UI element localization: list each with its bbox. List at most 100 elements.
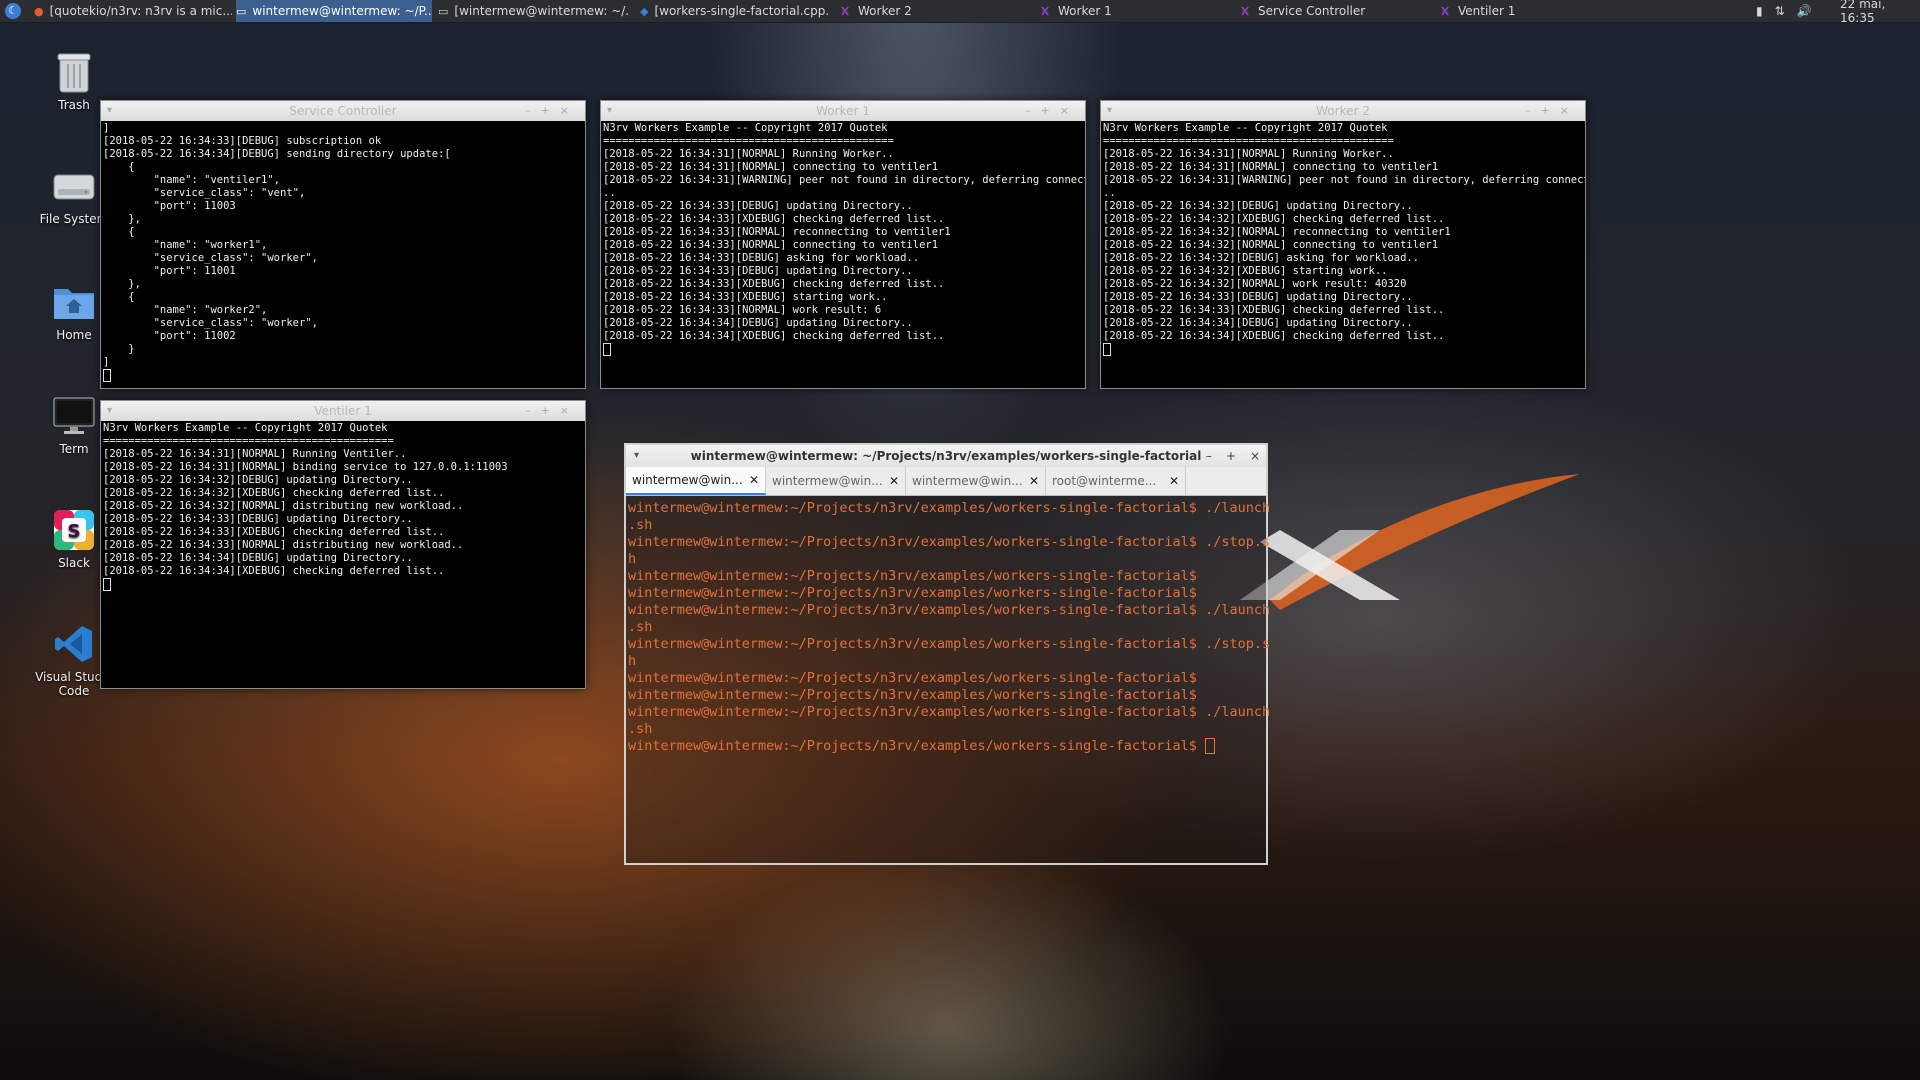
window-menu-icon[interactable]: ▾ [1107, 101, 1112, 121]
window-menu-icon[interactable]: ▾ [107, 401, 112, 421]
task-worker-2[interactable]: X Worker 2 [838, 0, 1028, 22]
window-menu-icon[interactable]: ▾ [107, 101, 112, 121]
window-menu-icon[interactable]: ▾ [634, 445, 639, 467]
terminal-tabs: wintermew@win... ✕ wintermew@win... ✕ wi… [626, 467, 1266, 496]
terminal-line: wintermew@wintermew:~/Projects/n3rv/exam… [628, 585, 1197, 601]
terminal-prompt-line: wintermew@wintermew:~/Projects/n3rv/exam… [628, 738, 1264, 755]
window-worker-2[interactable]: ▾ Worker 2 –+× N3rv Workers Example -- C… [1100, 100, 1586, 389]
task-terminal-active[interactable]: ▭ wintermew@wintermew: ~/P... [236, 0, 432, 22]
terminal-line: wintermew@wintermew:~/Projects/n3rv/exam… [628, 568, 1197, 584]
tab-close-icon[interactable]: ✕ [889, 474, 899, 488]
x11-icon: X [840, 4, 850, 18]
taskbar: ☾ ● [quotekio/n3rv: n3rv is a mic... ▭ w… [0, 0, 1920, 25]
tab-label: wintermew@win... [912, 474, 1023, 488]
terminal-cursor [103, 369, 111, 382]
task-label: Ventiler 1 [1458, 4, 1516, 18]
window-controls[interactable]: –+× [525, 101, 579, 121]
window-main-terminal[interactable]: ▾ wintermew@wintermew: ~/Projects/n3rv/e… [624, 443, 1271, 865]
volume-icon[interactable]: 🔊 [1797, 4, 1812, 18]
window-service-controller[interactable]: ▾ Service Controller –+× ] [2018-05-22 1… [100, 100, 586, 389]
terminal-tab-1[interactable]: wintermew@win... ✕ [626, 467, 766, 495]
window-title: wintermew@wintermew: ~/Projects/n3rv/exa… [690, 449, 1202, 463]
terminal-text: N3rv Workers Example -- Copyright 2017 Q… [1103, 122, 1585, 342]
app-menu-icon: ☾ [5, 3, 21, 19]
terminal-text: N3rv Workers Example -- Copyright 2017 Q… [603, 122, 1085, 342]
desktop-icon-label: File System [39, 212, 109, 226]
x11-icon: X [1440, 4, 1450, 18]
terminal-output: N3rv Workers Example -- Copyright 2017 Q… [601, 121, 1085, 358]
svg-text:S: S [68, 521, 81, 542]
terminal-line: h [628, 551, 637, 567]
trash-icon [52, 50, 96, 94]
task-label: [quotekio/n3rv: n3rv is a mic... [49, 4, 232, 18]
terminal-tab-3[interactable]: wintermew@win... ✕ [906, 467, 1046, 495]
terminal-line: wintermew@wintermew:~/Projects/n3rv/exam… [628, 704, 1271, 720]
terminal-text: ] [2018-05-22 16:34:33][DEBUG] subscript… [103, 122, 451, 368]
app-menu-button[interactable]: ☾ [0, 0, 26, 22]
task-label: wintermew@wintermew: ~/P... [252, 4, 432, 18]
terminal-line: h [628, 653, 637, 669]
desktop-icon-label: Slack [58, 556, 90, 570]
terminal-line: wintermew@wintermew:~/Projects/n3rv/exam… [628, 534, 1271, 550]
task-editor[interactable]: ◆ [workers-single-factorial.cpp... [640, 0, 830, 22]
window-worker-1[interactable]: ▾ Worker 1 –+× N3rv Workers Example -- C… [600, 100, 1086, 389]
terminal-output: ] [2018-05-22 16:34:33][DEBUG] subscript… [101, 121, 585, 384]
browser-icon: ● [34, 4, 44, 18]
task-worker-1[interactable]: X Worker 1 [1038, 0, 1228, 22]
terminal-text: N3rv Workers Example -- Copyright 2017 Q… [103, 422, 508, 577]
task-label: Worker 2 [858, 4, 912, 18]
task-ventiler-1[interactable]: X Ventiler 1 [1438, 0, 1628, 22]
desktop-icon-label: Trash [58, 98, 90, 112]
network-icon[interactable]: ⇅ [1775, 4, 1785, 18]
vscode-icon [52, 622, 96, 666]
tab-label: wintermew@win... [772, 474, 883, 488]
window-controls[interactable]: –+× [1525, 101, 1579, 121]
terminal-icon: ▭ [438, 4, 449, 18]
terminal-line: .sh [628, 517, 653, 533]
editor-icon: ◆ [640, 4, 649, 18]
terminal-icon: ▭ [236, 4, 247, 18]
close-icon[interactable]: × [1250, 445, 1260, 467]
terminal-cursor [103, 578, 111, 591]
task-browser[interactable]: ● [quotekio/n3rv: n3rv is a mic... [34, 0, 232, 22]
minimize-icon[interactable]: – [1206, 445, 1212, 467]
task-label: [wintermew@wintermew: ~/... [454, 4, 628, 18]
terminal-line: wintermew@wintermew:~/Projects/n3rv/exam… [628, 687, 1197, 703]
tab-close-icon[interactable]: ✕ [749, 473, 759, 487]
terminal-tab-4[interactable]: root@winterme... ✕ [1046, 467, 1186, 495]
system-tray: ▮ ⇅ 🔊 [1756, 0, 1812, 22]
maximize-icon[interactable]: + [1226, 445, 1236, 467]
window-controls[interactable]: –+× [525, 401, 579, 421]
terminal-output[interactable]: wintermew@wintermew:~/Projects/n3rv/exam… [626, 496, 1271, 759]
task-service-controller[interactable]: X Service Controller [1238, 0, 1428, 22]
task-label: [workers-single-factorial.cpp... [654, 4, 830, 18]
terminal-line: .sh [628, 721, 653, 737]
tab-label: root@winterme... [1052, 474, 1157, 488]
window-titlebar[interactable]: ▾ Worker 2 –+× [1101, 101, 1585, 121]
drive-icon [52, 164, 96, 208]
terminal-cursor [603, 343, 611, 356]
monitor-icon [52, 394, 96, 438]
terminal-line: wintermew@wintermew:~/Projects/n3rv/exam… [628, 602, 1271, 618]
clock[interactable]: 22 mai, 16:35 [1840, 0, 1920, 25]
tab-close-icon[interactable]: ✕ [1029, 474, 1039, 488]
terminal-output: N3rv Workers Example -- Copyright 2017 Q… [101, 421, 585, 593]
window-titlebar[interactable]: ▾ Service Controller –+× [101, 101, 585, 121]
terminal-line: wintermew@wintermew:~/Projects/n3rv/exam… [628, 500, 1271, 516]
battery-icon[interactable]: ▮ [1756, 4, 1763, 18]
window-titlebar[interactable]: ▾ Worker 1 –+× [601, 101, 1085, 121]
window-ventiler-1[interactable]: ▾ Ventiler 1 –+× N3rv Workers Example --… [100, 400, 586, 689]
window-menu-icon[interactable]: ▾ [607, 101, 612, 121]
window-titlebar[interactable]: ▾ wintermew@wintermew: ~/Projects/n3rv/e… [626, 445, 1266, 467]
terminal-cursor [1205, 738, 1216, 754]
x11-icon: X [1040, 4, 1050, 18]
window-controls: – + × [1206, 445, 1260, 467]
window-controls[interactable]: –+× [1025, 101, 1079, 121]
window-titlebar[interactable]: ▾ Ventiler 1 –+× [101, 401, 585, 421]
home-folder-icon [52, 280, 96, 324]
terminal-tab-2[interactable]: wintermew@win... ✕ [766, 467, 906, 495]
tab-close-icon[interactable]: ✕ [1169, 474, 1179, 488]
terminal-output: N3rv Workers Example -- Copyright 2017 Q… [1101, 121, 1585, 358]
tab-label: wintermew@win... [632, 473, 743, 487]
task-terminal-2[interactable]: ▭ [wintermew@wintermew: ~/... [438, 0, 628, 22]
